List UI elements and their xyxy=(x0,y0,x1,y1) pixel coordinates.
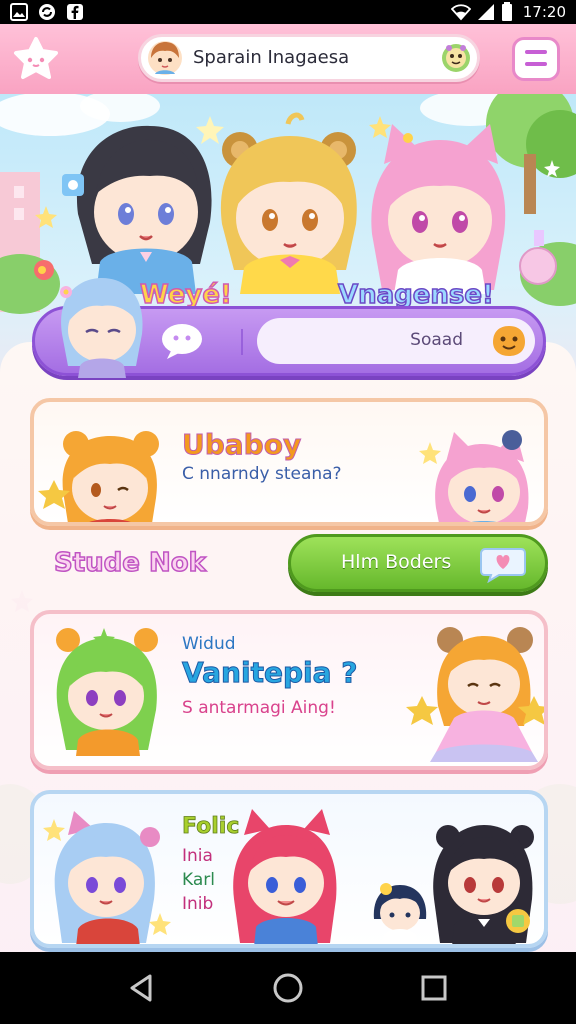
card-1-subtitle: C nnarndy steana? xyxy=(182,464,342,484)
card-3-art xyxy=(43,809,534,944)
character-blonde-bear xyxy=(220,112,357,294)
sync-icon xyxy=(39,4,55,20)
main-scene: Weyé! Vnagense! Soaad Ubaboy C nnarndy s… xyxy=(0,94,576,952)
card-2-subtitle: S antarmagi Aing! xyxy=(182,698,336,718)
card-3-line-2: Karl xyxy=(182,870,215,890)
chat-bubble-icon[interactable] xyxy=(159,321,205,361)
card-2-title: Vanitepia ? xyxy=(181,656,358,690)
clock: 17:20 xyxy=(522,3,566,21)
hamburger-line xyxy=(525,50,547,54)
section-label: Stude Nok xyxy=(53,547,206,579)
bar-field-label: Soaad xyxy=(410,330,463,350)
facebook-icon xyxy=(67,4,83,20)
wifi-icon xyxy=(450,4,471,21)
status-bar: 17:20 xyxy=(0,0,576,24)
home-circle-icon[interactable] xyxy=(272,972,304,1004)
navigation-bar xyxy=(0,952,576,1024)
star-cat-icon[interactable] xyxy=(12,36,60,82)
signal-icon xyxy=(477,4,494,20)
hamburger-line xyxy=(525,62,547,66)
monster-badge-icon[interactable] xyxy=(441,43,471,73)
back-triangle-icon[interactable] xyxy=(126,972,158,1004)
primary-action-button[interactable]: Hlm Boders xyxy=(288,534,548,592)
card-feature-2[interactable]: Widud Vanitepia ? S antarmagi Aing! xyxy=(30,610,548,770)
card-3-title: Folic xyxy=(182,814,240,840)
smiley-face-icon[interactable] xyxy=(491,324,527,358)
character-dark-hair xyxy=(62,125,212,294)
card-3-line-3: Inib xyxy=(182,894,214,914)
recents-square-icon[interactable] xyxy=(418,972,450,1004)
card-2-kicker: Widud xyxy=(182,634,236,654)
character-blue-small xyxy=(60,278,143,378)
card-feature-3[interactable]: Folic Inia Karl Inib xyxy=(30,790,548,948)
image-icon xyxy=(10,3,28,21)
hamburger-icon[interactable] xyxy=(512,37,560,81)
heart-bubble-icon xyxy=(480,548,526,583)
card-1-title: Ubaboy xyxy=(181,428,302,462)
card-2-art xyxy=(56,627,544,762)
divider xyxy=(241,329,243,355)
app-bar: Sparain Inagaesa xyxy=(0,24,576,94)
character-pink-cat xyxy=(371,124,506,294)
bar-text-field[interactable]: Soaad xyxy=(257,318,535,364)
search-text: Sparain Inagaesa xyxy=(193,47,350,68)
search-bar[interactable]: Sparain Inagaesa xyxy=(138,34,480,82)
card-feature-1[interactable]: Ubaboy C nnarndy steana? xyxy=(30,398,548,526)
card-3-line-1: Inia xyxy=(182,846,213,866)
battery-icon xyxy=(501,2,512,21)
primary-action-label: Hlm Boders xyxy=(341,551,452,573)
avatar xyxy=(148,41,182,75)
